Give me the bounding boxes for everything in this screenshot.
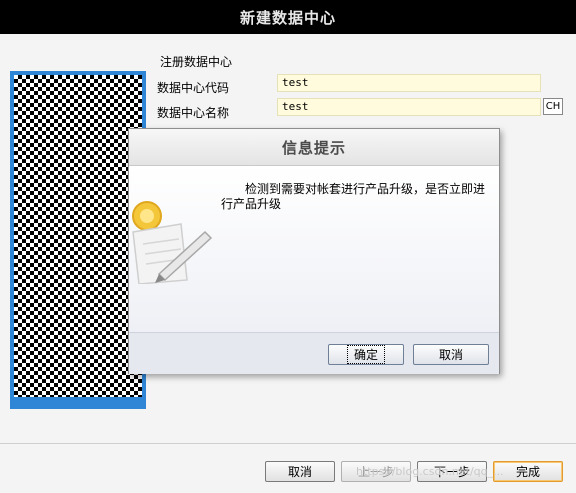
dialog-header: 信息提示 xyxy=(129,129,499,166)
code-input[interactable]: test xyxy=(277,74,541,92)
window-title: 新建数据中心 xyxy=(239,8,336,27)
footer-divider xyxy=(0,443,576,444)
language-button[interactable]: CH xyxy=(543,98,563,115)
dialog-ok-label: 确定 xyxy=(346,345,385,364)
section-title: 注册数据中心 xyxy=(160,55,233,69)
dialog-title: 信息提示 xyxy=(281,138,346,157)
code-label: 数据中心代码 xyxy=(157,81,230,95)
window-titlebar: 新建数据中心 xyxy=(0,0,576,34)
dialog-cancel-button[interactable]: 取消 xyxy=(413,344,489,365)
dialog-message: 检测到需要对帐套进行产品升级，是否立即进行产品升级 xyxy=(221,182,486,211)
dialog-ok-button[interactable]: 确定 xyxy=(328,344,404,365)
name-input[interactable]: test xyxy=(277,98,541,116)
image-preview-panel xyxy=(10,71,146,409)
dialog-body: 检测到需要对帐套进行产品升级，是否立即进行产品升级 xyxy=(129,166,499,332)
name-label: 数据中心名称 xyxy=(157,106,230,120)
dialog-footer: 确定 取消 xyxy=(129,332,499,374)
prev-button[interactable]: 上一步 xyxy=(341,461,411,482)
note-pencil-icon xyxy=(132,201,213,284)
transparent-checker-image xyxy=(14,75,142,397)
info-dialog: 信息提示 检测到需要对帐套进行产品升级，是否立即进行产品升级 确定 取消 xyxy=(128,128,500,374)
cancel-button[interactable]: 取消 xyxy=(265,461,335,482)
finish-button[interactable]: 完成 xyxy=(493,461,563,482)
next-button[interactable]: 下一步 xyxy=(417,461,487,482)
